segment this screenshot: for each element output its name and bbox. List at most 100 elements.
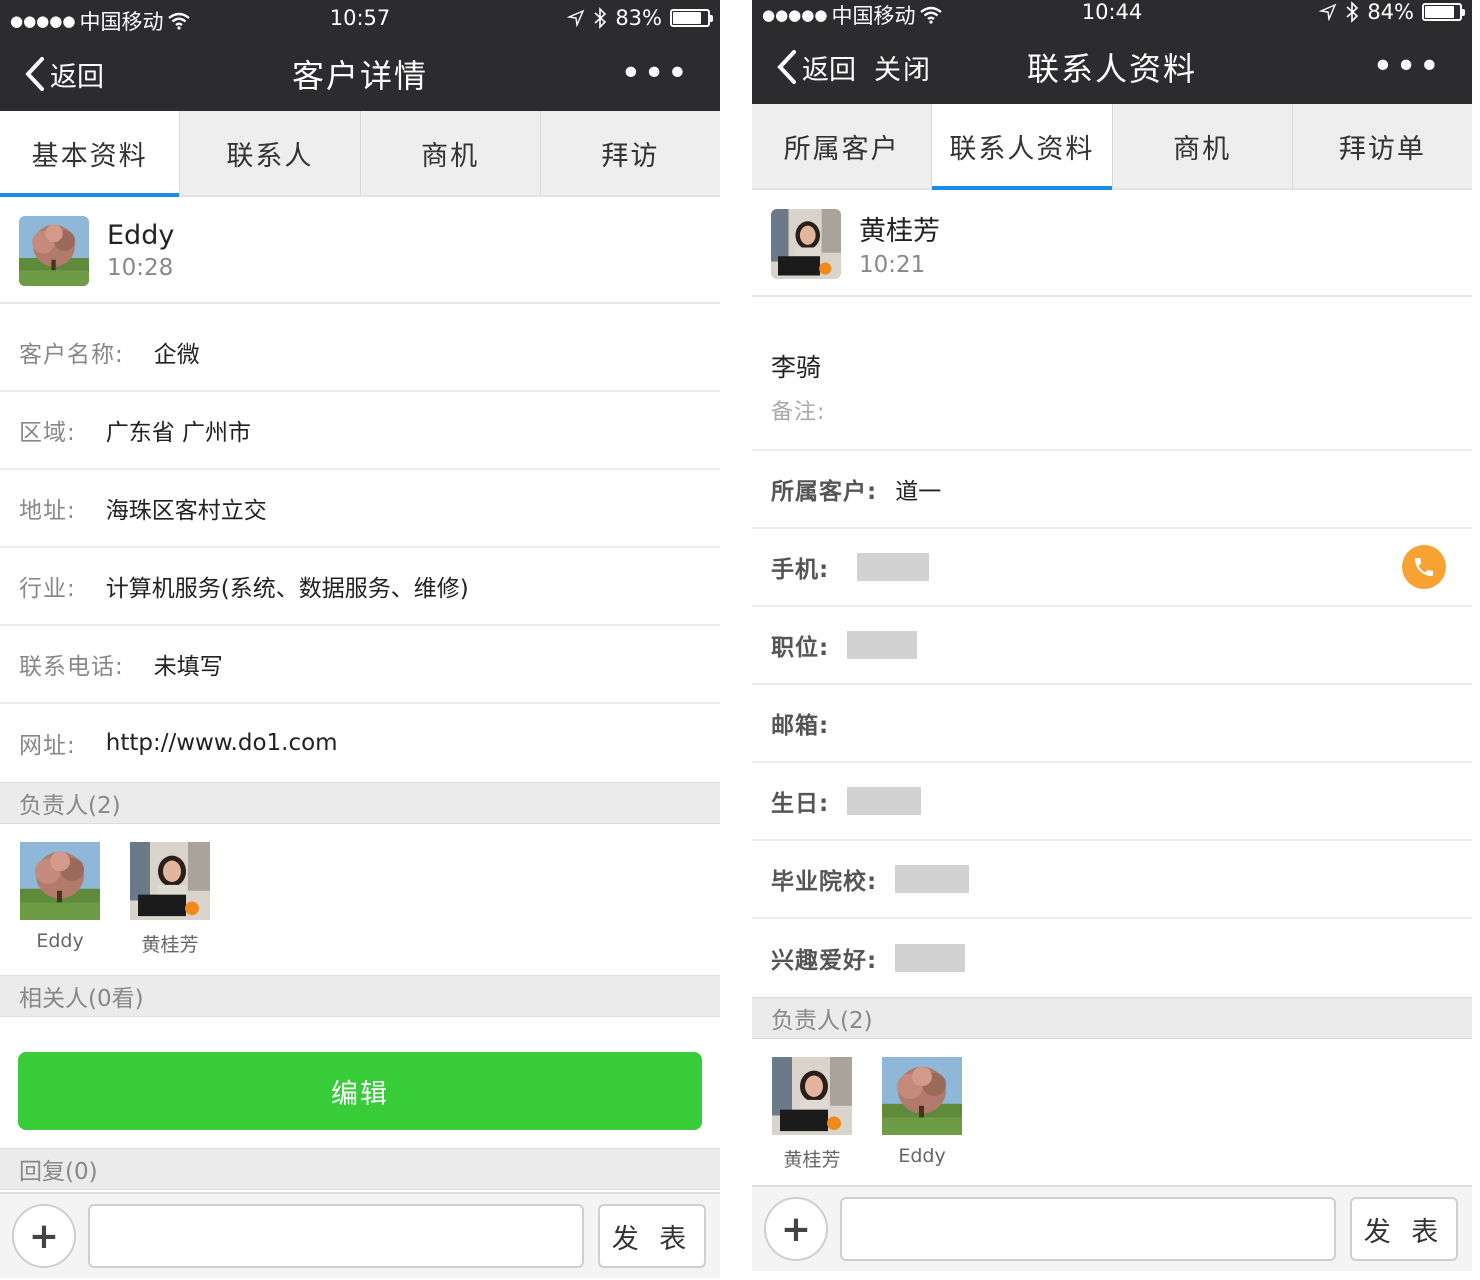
avatar — [130, 842, 210, 920]
field-row-region: 区域: 广东省 广州市 — [0, 392, 720, 470]
tab-visits[interactable]: 拜访 — [540, 111, 720, 195]
avatar — [882, 1057, 962, 1135]
masked-value — [847, 787, 922, 815]
contact-name: 李骑 — [771, 353, 822, 382]
owner-name: 黄桂芳 — [141, 934, 199, 956]
back-button[interactable]: 返回 — [24, 55, 104, 94]
field-row-address: 地址: 海珠区客村立交 — [0, 470, 720, 548]
location-arrow-icon — [567, 9, 585, 27]
more-dots-icon[interactable]: ••• — [620, 56, 690, 92]
send-button[interactable]: 发 表 — [1350, 1197, 1458, 1261]
owners-list: 黄桂芳 Eddy — [752, 1057, 1472, 1172]
reply-input[interactable] — [88, 1204, 584, 1268]
owner-name: Eddy — [36, 930, 84, 952]
reply-composer: + 发 表 — [0, 1192, 720, 1278]
owner-name: 黄桂芳 — [783, 1149, 841, 1171]
back-label: 返回 — [50, 61, 104, 93]
masked-value — [895, 944, 966, 972]
field-row-industry: 行业: 计算机服务(系统、数据服务、维修) — [0, 548, 720, 626]
avatar — [20, 842, 100, 920]
call-button[interactable] — [1402, 545, 1446, 589]
field-row-email: 邮箱: — [752, 685, 1472, 763]
reply-input[interactable] — [840, 1197, 1336, 1261]
field-value: 企微 — [153, 342, 200, 368]
field-row-phone: 联系电话: 未填写 — [0, 626, 720, 704]
battery-icon — [670, 9, 713, 27]
tab-opportunities[interactable]: 商机 — [360, 111, 541, 195]
poster-time: 10:28 — [107, 255, 174, 281]
masked-value — [847, 631, 918, 659]
more-dots-icon[interactable]: ••• — [1372, 49, 1442, 85]
send-button[interactable]: 发 表 — [598, 1204, 706, 1268]
owner-item[interactable]: 黄桂芳 — [130, 842, 210, 957]
tab-opportunities[interactable]: 商机 — [1112, 104, 1293, 188]
field-row-school: 毕业院校: — [752, 841, 1472, 919]
owner-item[interactable]: Eddy — [882, 1057, 962, 1172]
close-button[interactable]: 关闭 — [874, 48, 932, 87]
tab-bar: 所属客户 联系人资料 商机 拜访单 — [752, 104, 1472, 190]
field-label: 客户名称: — [19, 342, 124, 368]
field-label: 地址: — [19, 498, 76, 524]
battery-icon — [1422, 3, 1465, 21]
plus-icon[interactable]: + — [764, 1197, 828, 1261]
bluetooth-icon — [1346, 1, 1359, 23]
field-row-position: 职位: — [752, 607, 1472, 685]
masked-value — [895, 865, 970, 893]
chevron-left-icon — [25, 57, 44, 91]
field-label: 手机: — [771, 557, 830, 583]
owner-item[interactable]: Eddy — [20, 842, 100, 957]
chevron-left-icon — [777, 50, 796, 84]
owners-list: Eddy 黄桂芳 — [0, 842, 720, 957]
field-label: 邮箱: — [771, 713, 830, 739]
reply-composer: + 发 表 — [752, 1185, 1472, 1271]
website-link[interactable]: http://www.do1.com — [106, 730, 338, 756]
tab-basic-info[interactable]: 基本资料 — [0, 111, 181, 197]
poster-header: 黄桂芳 10:21 — [752, 192, 1472, 297]
back-label: 返回 — [802, 54, 856, 86]
field-label: 联系电话: — [19, 654, 124, 680]
plus-icon[interactable]: + — [12, 1204, 76, 1268]
tab-bar: 基本资料 联系人 商机 拜访 — [0, 111, 720, 197]
back-button[interactable]: 返回 — [776, 48, 856, 87]
poster-time: 10:21 — [859, 252, 926, 278]
page-title: 客户详情 — [291, 57, 428, 95]
owner-name: Eddy — [898, 1145, 946, 1167]
contact-detail-screen: ●●●●● 中国移动 10:44 84% 联系人资料 返回 关闭 ••• 所属客… — [752, 0, 1472, 1280]
page-title: 联系人资料 — [1026, 50, 1197, 88]
field-label: 区域: — [19, 420, 76, 446]
field-row-hobbies: 兴趣爱好: — [752, 919, 1472, 997]
owners-section-header: 负责人(2) — [0, 782, 720, 824]
phone-icon — [1415, 558, 1433, 576]
remark-label: 备注: — [771, 400, 826, 425]
field-label: 职位: — [771, 635, 830, 661]
avatar[interactable] — [771, 208, 841, 279]
tab-contact-info[interactable]: 联系人资料 — [932, 104, 1113, 190]
field-row-customer: 所属客户: 道一 — [752, 451, 1472, 529]
field-value: 道一 — [895, 479, 942, 505]
tab-customer[interactable]: 所属客户 — [752, 104, 933, 188]
field-row-birthday: 生日: — [752, 763, 1472, 841]
reply-section-header: 回复(0) — [0, 1148, 720, 1190]
field-label: 生日: — [771, 791, 830, 817]
field-label: 兴趣爱好: — [771, 948, 878, 974]
field-row-website: 网址: http://www.do1.com — [0, 704, 720, 782]
tab-visit-forms[interactable]: 拜访单 — [1292, 104, 1472, 188]
poster-name: 黄桂芳 — [859, 216, 940, 247]
navigation-bar: ●●●●● 中国移动 10:57 83% 客户详情 返回 ••• — [0, 0, 720, 111]
field-value: 海珠区客村立交 — [105, 498, 267, 524]
location-arrow-icon — [1319, 3, 1337, 21]
field-row-customer-name: 客户名称: 企微 — [0, 314, 720, 392]
avatar[interactable] — [19, 215, 89, 286]
tab-contacts[interactable]: 联系人 — [180, 111, 361, 195]
customer-detail-screen: ●●●●● 中国移动 10:57 83% 客户详情 返回 ••• 基本资料 联系… — [0, 0, 720, 1280]
field-value: 广东省 广州市 — [105, 420, 252, 446]
battery-percent: 83% — [615, 6, 662, 30]
field-label: 网址: — [19, 733, 76, 759]
edit-button[interactable]: 编辑 — [18, 1052, 702, 1130]
masked-value — [857, 553, 930, 581]
field-row-mobile: 手机: — [752, 529, 1472, 607]
owner-item[interactable]: 黄桂芳 — [772, 1057, 852, 1172]
avatar — [772, 1057, 852, 1135]
poster-header: Eddy 10:28 — [0, 199, 720, 304]
field-label: 毕业院校: — [771, 869, 878, 895]
